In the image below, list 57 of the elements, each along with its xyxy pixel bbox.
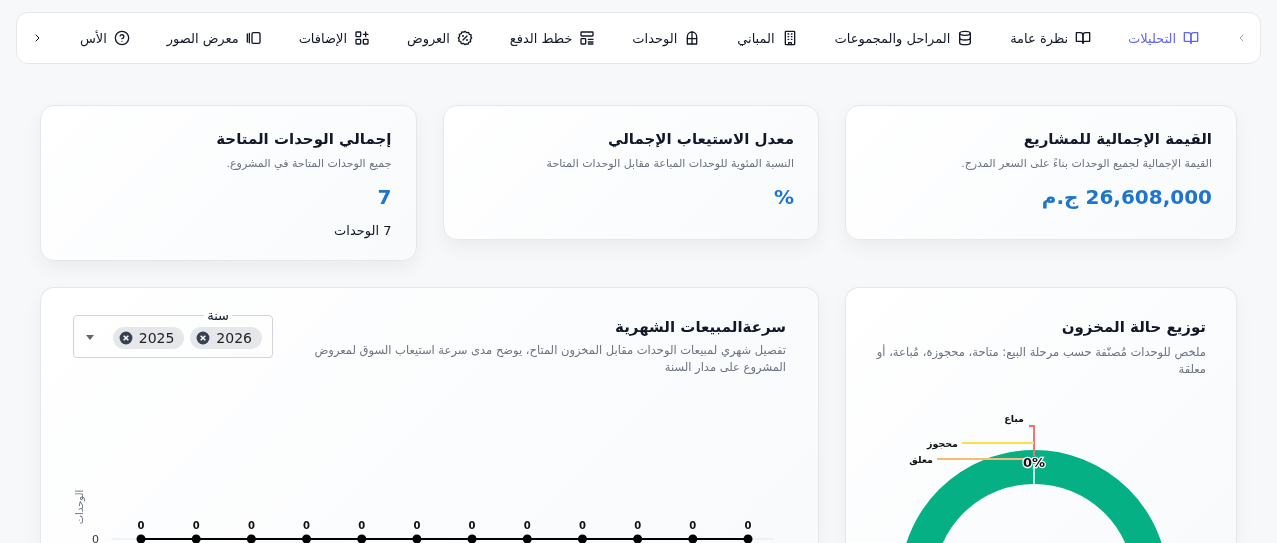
year-chip[interactable]: 2026 bbox=[190, 326, 262, 349]
card-subtitle: تفصيل شهري لمبيعات الوحدات مقابل المخزون المتاح، يوضح مدى سرعة استيعاب السوق لمعروض المشروع على مدار السنة bbox=[313, 341, 786, 376]
data-label: 0 bbox=[468, 520, 476, 531]
axis-title: الوحدات bbox=[74, 489, 85, 525]
stat-value: % bbox=[773, 184, 794, 209]
data-label: 0 bbox=[744, 520, 752, 531]
nav-tab[interactable]: العروض bbox=[406, 30, 473, 46]
gallery-icon bbox=[245, 30, 262, 46]
dropdown-caret-icon[interactable] bbox=[86, 335, 94, 340]
nav-tab[interactable]: الإضافات bbox=[298, 30, 371, 46]
grid-plus-icon bbox=[354, 30, 371, 46]
stat-value: 7 bbox=[377, 184, 392, 209]
card-subtitle: النسبة المئوية للوحدات المباعة مقابل الوحدات المتاحة bbox=[546, 156, 794, 172]
slice-divider bbox=[1033, 463, 1035, 486]
data-label: 0 bbox=[247, 520, 255, 531]
nav-tab[interactable]: خطط الدفع bbox=[509, 30, 596, 46]
nav-tab[interactable]: معرض الصور bbox=[166, 30, 262, 46]
data-label: 0 bbox=[137, 520, 145, 531]
slice-label: محجوز bbox=[927, 438, 958, 449]
data-label: 0 bbox=[689, 520, 697, 531]
nav-tab[interactable]: المباني bbox=[737, 30, 798, 46]
card-subtitle: القيمة الإجمالية لجميع الوحدات بناءً على السعر المدرج. bbox=[961, 156, 1212, 172]
field-label: سنة bbox=[206, 307, 230, 323]
slice-label: معلق bbox=[909, 454, 933, 465]
data-label: 0 bbox=[192, 520, 200, 531]
database-icon bbox=[957, 30, 974, 46]
nav-tab[interactable]: التحليلات bbox=[1128, 30, 1200, 46]
percent-label: 0% bbox=[1022, 455, 1046, 470]
year-chip[interactable]: 2025 bbox=[112, 326, 185, 349]
remove-icon[interactable] bbox=[196, 330, 211, 345]
nav-tab[interactable]: نظرة عامة bbox=[1010, 30, 1092, 46]
help-icon bbox=[113, 30, 130, 46]
book-icon bbox=[1183, 30, 1200, 46]
card-title: معدل الاستيعاب الإجمالي bbox=[608, 130, 794, 148]
data-label: 0 bbox=[578, 520, 586, 531]
nav-tab[interactable]: الأس bbox=[79, 30, 130, 46]
layout-icon bbox=[579, 30, 596, 46]
data-label: 0 bbox=[303, 520, 311, 531]
data-label: 0 bbox=[634, 520, 642, 531]
card-subtitle: جميع الوحدات المتاحة في المشروع. bbox=[226, 156, 392, 172]
slice-label: مباع bbox=[1004, 413, 1024, 424]
data-label: 0 bbox=[413, 520, 421, 531]
stat-value: 26,608,000 ج.م bbox=[1041, 184, 1212, 209]
badge-percent-icon bbox=[456, 30, 473, 46]
data-label: 0 bbox=[358, 520, 366, 531]
remove-icon[interactable] bbox=[118, 330, 133, 345]
stat-note: 7 الوحدات bbox=[334, 222, 392, 238]
card-subtitle: ملخص للوحدات مُصنّفة حسب مرحلة البيع: متاحة، محجوزة، مُباعة، أو معلقة bbox=[875, 343, 1206, 378]
card-title: القيمة الإجمالية للمشاريع bbox=[1023, 130, 1212, 148]
book-icon bbox=[1075, 30, 1092, 46]
data-label: 0 bbox=[523, 520, 531, 531]
card-title: إجمالي الوحدات المتاحة bbox=[216, 130, 392, 148]
card-title: سرعةالمبيعات الشهرية bbox=[615, 317, 786, 336]
nav-tab[interactable]: المراحل والمجموعات bbox=[834, 30, 974, 46]
card-title: توزيع حالة المخزون bbox=[1061, 317, 1206, 336]
axis-tick-label: 0 bbox=[92, 533, 99, 543]
nav-tab[interactable]: الوحدات bbox=[632, 30, 701, 46]
